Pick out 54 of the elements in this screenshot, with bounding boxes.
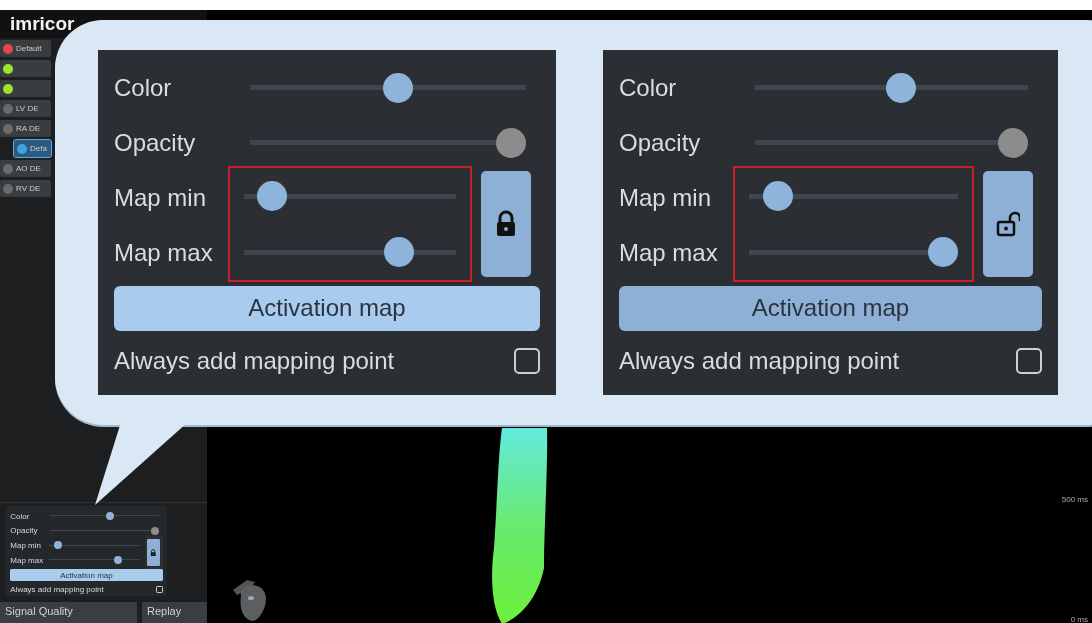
slider-thumb[interactable] [763, 181, 794, 211]
slider-thumb[interactable] [886, 72, 917, 103]
slider-label: Map min [114, 183, 208, 212]
slider-label: Map max [10, 555, 45, 565]
slider-thumb[interactable] [928, 237, 958, 267]
sidebar-item[interactable]: RA DE [0, 120, 51, 137]
slider-label: Map max [619, 238, 719, 267]
slider-label: Map max [114, 238, 214, 267]
item-label: RV DE [16, 184, 41, 193]
lock-button[interactable] [481, 171, 531, 277]
slider-thumb[interactable] [150, 526, 159, 535]
sidebar-item[interactable]: LV DE [0, 100, 51, 117]
slider-label: Map min [10, 541, 42, 550]
slider-thumb[interactable] [496, 127, 526, 158]
slider-label: Opacity [10, 526, 39, 536]
sidebar-item[interactable]: AO DE [0, 160, 51, 177]
slider-thumb[interactable] [998, 127, 1028, 158]
slider-thumb[interactable] [382, 72, 413, 103]
activation-map-button[interactable]: Activation map [10, 569, 163, 582]
activation-map-button[interactable]: Activation map [114, 285, 540, 331]
sidebar-item[interactable] [0, 80, 51, 97]
slider-label: Color [10, 511, 31, 521]
slider-thumb[interactable] [53, 541, 62, 550]
checkbox-label: Always add mapping point [10, 584, 105, 594]
sidebar-item[interactable]: Default [0, 40, 51, 57]
slider-thumb[interactable] [256, 181, 287, 211]
checkbox-label: Always add mapping point [619, 347, 901, 375]
slider-thumb[interactable] [384, 237, 415, 267]
item-label: LV DE [16, 104, 39, 113]
slider-label: Color [114, 73, 173, 102]
slider-label: Map min [619, 183, 713, 212]
item-label: AO DE [16, 164, 41, 173]
slider-label: Opacity [619, 128, 702, 157]
panel-tab[interactable]: Signal Quality [0, 602, 137, 623]
sidebar-item[interactable] [0, 60, 51, 77]
sidebar-item[interactable]: Defa [14, 140, 51, 157]
checkbox[interactable] [514, 348, 540, 374]
activation-map-button[interactable]: Activation map [619, 285, 1042, 331]
scale-label: 0 ms [1070, 615, 1088, 623]
lock-button[interactable] [147, 538, 160, 567]
item-label: RA DE [16, 124, 40, 133]
slider-thumb[interactable] [105, 512, 114, 521]
sidebar-item[interactable]: RV DE [0, 180, 51, 197]
slider-thumb[interactable] [113, 555, 122, 564]
checkbox[interactable] [1016, 348, 1042, 374]
checkbox-label: Always add mapping point [114, 347, 396, 375]
item-label: Defa [30, 144, 47, 153]
checkbox[interactable] [155, 585, 163, 593]
slider-label: Opacity [114, 128, 197, 157]
item-label: Default [16, 44, 42, 53]
slider-label: Color [619, 73, 678, 102]
scale-label: 500 ms [1061, 495, 1088, 504]
lock-button[interactable] [983, 171, 1033, 277]
panel-tab[interactable]: Replay [142, 602, 207, 623]
